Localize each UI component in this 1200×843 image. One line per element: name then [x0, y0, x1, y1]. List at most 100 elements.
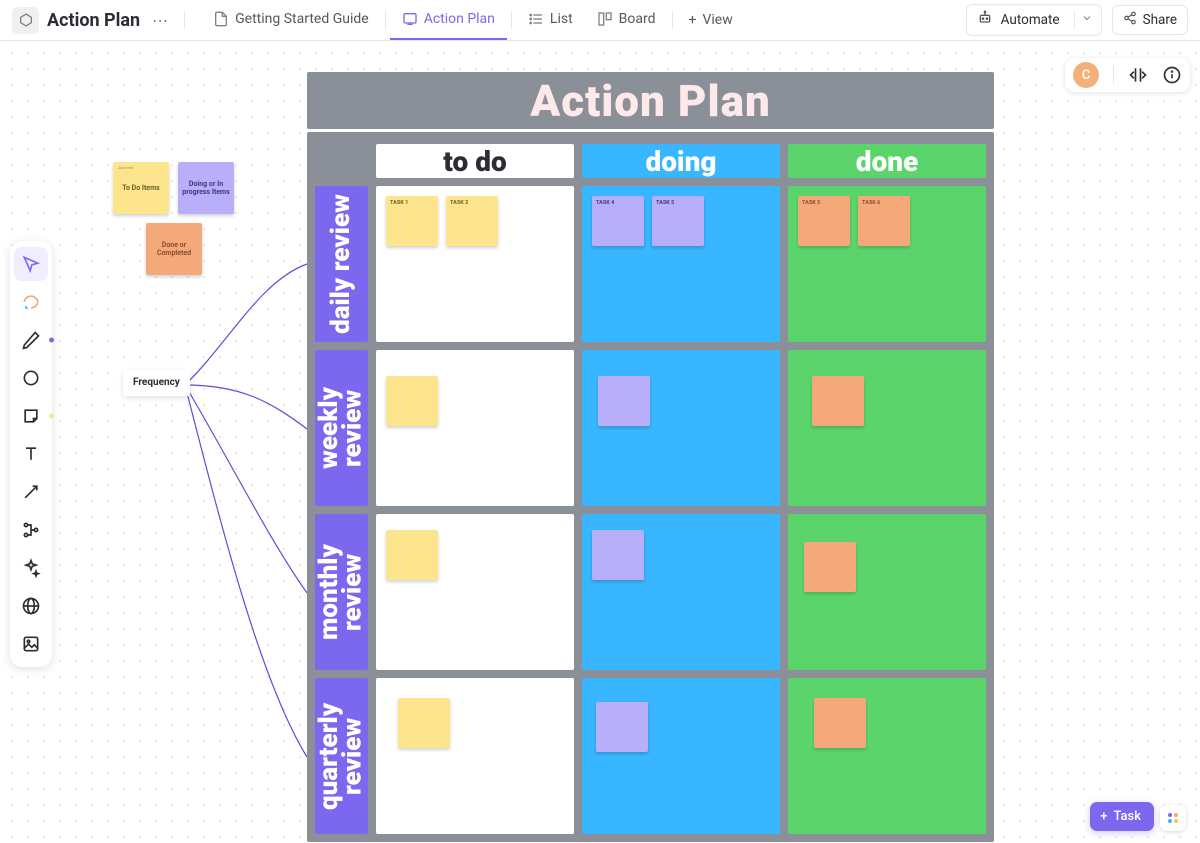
task-card[interactable]: TASK 5: [798, 196, 850, 246]
cell-daily-todo[interactable]: TASK 1 TASK 2: [376, 186, 574, 342]
tab-getting-started[interactable]: Getting Started Guide: [201, 0, 381, 40]
cell-monthly-todo[interactable]: [376, 514, 574, 670]
avatar[interactable]: C: [1073, 62, 1099, 88]
cell-daily-done[interactable]: TASK 5 TASK 6: [788, 186, 986, 342]
mindmap-tool[interactable]: [14, 513, 48, 547]
text-tool[interactable]: [14, 437, 48, 471]
legend-label: Doing or In progress Items: [182, 180, 230, 197]
app-icon[interactable]: [12, 7, 39, 34]
canvas-toolbar-right: C: [1065, 58, 1190, 92]
shape-tool[interactable]: [14, 361, 48, 395]
task-card[interactable]: TASK 5: [652, 196, 704, 246]
task-card[interactable]: [592, 530, 644, 580]
cell-weekly-todo[interactable]: [376, 350, 574, 506]
separator: [1113, 66, 1114, 84]
plus-icon: +: [1100, 809, 1107, 824]
legend-label: To Do Items: [122, 184, 160, 192]
task-card[interactable]: [398, 698, 450, 748]
automate-button[interactable]: Automate: [966, 4, 1102, 36]
cell-weekly-done[interactable]: [788, 350, 986, 506]
row-label-weekly: weekly review: [315, 350, 368, 506]
task-card[interactable]: [386, 530, 438, 580]
task-card[interactable]: TASK 4: [592, 196, 644, 246]
cell-quarterly-todo[interactable]: [376, 678, 574, 834]
tab-board[interactable]: Board: [585, 0, 668, 40]
column-header-todo: to do: [376, 144, 574, 178]
cell-daily-doing[interactable]: TASK 4 TASK 5: [582, 186, 780, 342]
doc-icon: [213, 11, 229, 27]
share-button[interactable]: Share: [1112, 5, 1188, 35]
automate-label: Automate: [1001, 12, 1060, 28]
task-label: TASK 5: [656, 200, 674, 206]
task-card[interactable]: [386, 376, 438, 426]
fit-width-icon[interactable]: [1128, 65, 1148, 85]
task-card[interactable]: [814, 698, 866, 748]
color-dot-icon: [49, 414, 54, 419]
tab-label: List: [550, 11, 573, 27]
pen-tool[interactable]: [14, 323, 48, 357]
row-daily: daily review TASK 1 TASK 2 TASK 4 TASK 5…: [307, 186, 994, 342]
list-icon: [528, 11, 544, 27]
task-card[interactable]: [596, 702, 648, 752]
cell-weekly-doing[interactable]: [582, 350, 780, 506]
task-card[interactable]: TASK 1: [386, 196, 438, 246]
board-title: Action Plan: [530, 75, 771, 127]
connector-tool[interactable]: [14, 475, 48, 509]
chevron-down-icon[interactable]: [1074, 12, 1093, 28]
task-card[interactable]: [804, 542, 856, 592]
tab-label: Getting Started Guide: [235, 11, 369, 27]
tools-toolbar: [10, 241, 52, 667]
legend-done-sticky[interactable]: Done or Completed: [146, 223, 202, 275]
ai-tool[interactable]: [14, 551, 48, 585]
sticky-tool[interactable]: [14, 399, 48, 433]
row-label-daily: daily review: [315, 186, 368, 342]
task-card[interactable]: [598, 376, 650, 426]
lasso-tool[interactable]: [14, 285, 48, 319]
board-grid: to do doing done daily review TASK 1 TAS…: [307, 132, 994, 842]
web-tool[interactable]: [14, 589, 48, 623]
new-task-button[interactable]: + Task: [1090, 802, 1154, 831]
row-label-quarterly: quarterly review: [315, 678, 368, 834]
task-label: TASK 6: [862, 200, 880, 206]
task-button-label: Task: [1113, 809, 1141, 824]
row-quarterly: quarterly review: [307, 678, 994, 834]
separator: [184, 11, 185, 29]
tiny-label: Just text: [118, 166, 134, 171]
add-view-button[interactable]: + View: [677, 12, 745, 28]
top-bar: Action Plan ⋯ Getting Started Guide Acti…: [0, 0, 1200, 41]
task-card[interactable]: [812, 376, 864, 426]
cell-quarterly-doing[interactable]: [582, 678, 780, 834]
cell-monthly-doing[interactable]: [582, 514, 780, 670]
whiteboard-icon: [402, 11, 418, 27]
page-title: Action Plan: [47, 10, 140, 31]
column-header-doing: doing: [582, 144, 780, 178]
view-tabs: Getting Started Guide Action Plan List B…: [201, 0, 745, 40]
cell-monthly-done[interactable]: [788, 514, 986, 670]
color-dot-icon: [49, 338, 54, 343]
separator: [385, 11, 386, 29]
task-label: TASK 4: [596, 200, 614, 206]
board-icon: [597, 11, 613, 27]
legend-todo-sticky[interactable]: Just text To Do Items: [113, 162, 169, 214]
frequency-node[interactable]: Frequency: [123, 369, 190, 396]
task-label: TASK 2: [450, 200, 468, 206]
task-label: TASK 1: [390, 200, 408, 206]
frequency-label: Frequency: [133, 377, 180, 388]
task-card[interactable]: TASK 2: [446, 196, 498, 246]
task-label: TASK 5: [802, 200, 820, 206]
task-card[interactable]: TASK 6: [858, 196, 910, 246]
tab-action-plan[interactable]: Action Plan: [390, 0, 507, 40]
legend-doing-sticky[interactable]: Doing or In progress Items: [178, 162, 234, 214]
whiteboard-canvas[interactable]: C Just text To Do Items Doing or In prog…: [0, 41, 1200, 843]
separator: [511, 11, 512, 29]
apps-button[interactable]: [1160, 805, 1186, 831]
tab-list[interactable]: List: [516, 0, 585, 40]
cell-quarterly-done[interactable]: [788, 678, 986, 834]
info-icon[interactable]: [1162, 65, 1182, 85]
more-icon[interactable]: ⋯: [148, 11, 172, 30]
select-tool[interactable]: [14, 247, 48, 281]
add-view-label: View: [702, 12, 732, 28]
tab-label: Action Plan: [424, 11, 495, 27]
image-tool[interactable]: [14, 627, 48, 661]
row-weekly: weekly review: [307, 350, 994, 506]
